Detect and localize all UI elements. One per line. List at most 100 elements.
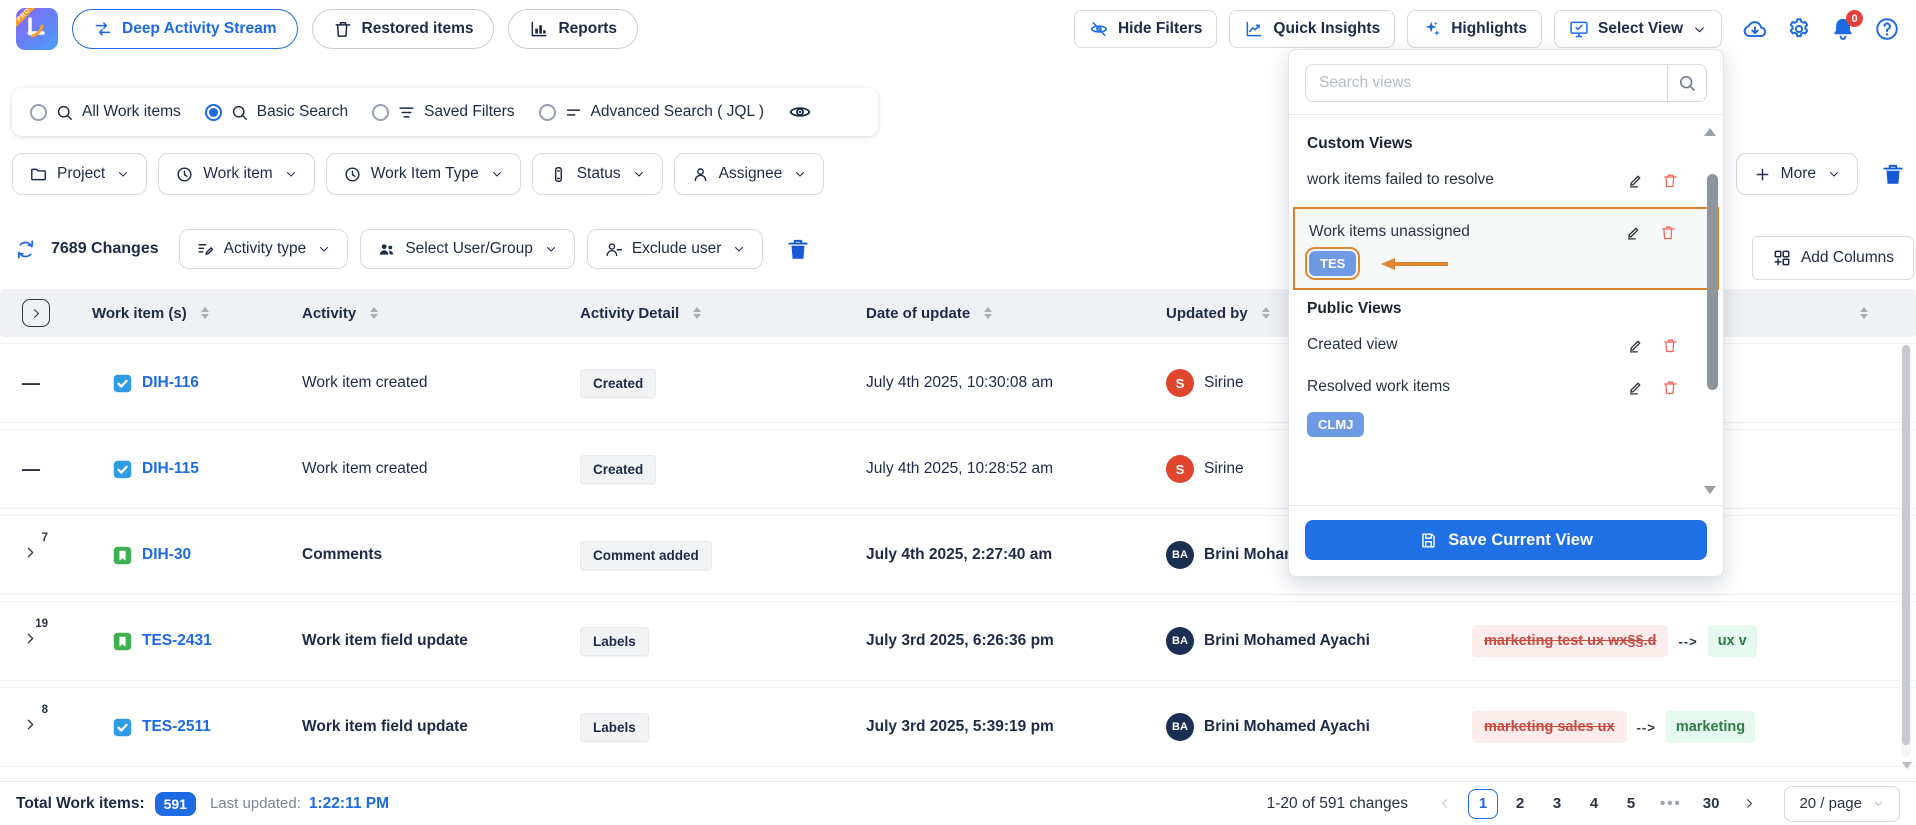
search-mode-saved-filters[interactable]: Saved Filters — [372, 103, 514, 122]
work-item-key[interactable]: TES-2431 — [142, 632, 212, 650]
view-search-input[interactable] — [1305, 64, 1667, 102]
more-filters-button[interactable]: More — [1736, 153, 1858, 195]
dropdown-activity-type[interactable]: Activity type — [179, 229, 349, 269]
expand-all-button[interactable] — [22, 299, 50, 327]
action-highlights[interactable]: Highlights — [1407, 10, 1542, 48]
delete-trash-icon[interactable] — [1660, 224, 1677, 241]
search-mode-basic-search[interactable]: Basic Search — [205, 103, 348, 122]
search-mode-all-work-items[interactable]: All Work items — [30, 103, 181, 122]
edit-pencil-icon[interactable] — [1625, 224, 1642, 241]
work-item[interactable]: TES-2511 — [92, 717, 302, 738]
search-mode-advanced-search-jql-[interactable]: Advanced Search ( JQL ) — [539, 103, 764, 122]
sort-arrows-icon[interactable] — [201, 307, 209, 319]
view-item-actions — [1627, 379, 1679, 396]
search-mode-label: All Work items — [82, 103, 181, 121]
help-icon[interactable] — [1874, 16, 1900, 42]
filter-status[interactable]: Status — [532, 153, 663, 195]
filter-project[interactable]: Project — [12, 153, 147, 195]
work-item[interactable]: DIH-30 — [92, 545, 302, 566]
edit-pencil-icon[interactable] — [1627, 172, 1644, 189]
view-search-button[interactable] — [1667, 64, 1707, 102]
work-item[interactable]: DIH-116 — [92, 373, 302, 394]
view-item-actions — [1627, 172, 1679, 189]
nav-button-group: Deep Activity Stream Restored items Report… — [72, 9, 638, 49]
cloud-download-icon[interactable] — [1742, 16, 1768, 42]
user-name: Sirine — [1204, 460, 1244, 478]
panel-scrollbar-thumb[interactable] — [1707, 174, 1718, 390]
action-hide-filters[interactable]: Hide Filters — [1074, 10, 1217, 48]
page-button-30[interactable]: 30 — [1696, 789, 1727, 819]
save-current-view-button[interactable]: Save Current View — [1305, 520, 1707, 560]
table-vertical-scrollbar[interactable] — [1901, 345, 1911, 757]
page-button-3[interactable]: 3 — [1542, 789, 1572, 819]
delete-trash-icon[interactable] — [1662, 172, 1679, 189]
sort-arrows-icon[interactable] — [1860, 307, 1868, 319]
expand-row-control[interactable]: 7 — [22, 544, 39, 561]
collapse-row-control[interactable]: — — [22, 459, 40, 479]
clear-activity-trash-icon[interactable] — [785, 236, 811, 262]
clear-filters-trash-icon[interactable] — [1880, 161, 1906, 187]
chevron-down-icon — [732, 242, 746, 256]
work-item-key[interactable]: TES-2511 — [142, 718, 211, 736]
work-item[interactable]: TES-2431 — [92, 631, 302, 652]
dropdown-exclude-user[interactable]: Exclude user — [587, 229, 764, 269]
delete-trash-icon[interactable] — [1662, 337, 1679, 354]
next-page-button[interactable] — [1734, 789, 1764, 819]
radio-button[interactable] — [30, 104, 47, 121]
edit-pencil-icon[interactable] — [1627, 337, 1644, 354]
page-button-1[interactable]: 1 — [1468, 789, 1498, 819]
page-button-2[interactable]: 2 — [1505, 789, 1535, 819]
refresh-icon[interactable] — [14, 238, 37, 261]
highlighted-view-item[interactable]: Work items unassignedTES — [1293, 207, 1719, 290]
nav-restored-items[interactable]: Restored items — [312, 9, 495, 49]
gear-icon[interactable] — [1786, 16, 1812, 42]
scrollbar-down-arrow[interactable] — [1902, 762, 1912, 769]
table-row: 19TES-2431Work item field updateLabelsJu… — [0, 602, 1916, 680]
row-expander-cell: 8 — [0, 716, 92, 738]
filter-work-item-type[interactable]: Work Item Type — [326, 153, 521, 195]
sort-arrows-icon[interactable] — [370, 307, 378, 319]
action-quick-insights[interactable]: Quick Insights — [1229, 10, 1395, 48]
work-item-key[interactable]: DIH-30 — [142, 546, 191, 564]
dropdown-label: Exclude user — [632, 240, 722, 258]
expand-row-control[interactable]: 8 — [22, 716, 39, 733]
nav-deep-activity-stream[interactable]: Deep Activity Stream — [72, 9, 298, 49]
view-item[interactable]: Resolved work items — [1307, 366, 1705, 408]
edit-pencil-icon[interactable] — [1627, 379, 1644, 396]
radio-button[interactable] — [539, 104, 556, 121]
collapse-row-control[interactable]: — — [22, 373, 40, 393]
change-arrow: --> — [1678, 634, 1697, 649]
eye-icon[interactable] — [788, 100, 812, 124]
search-mode-card: All Work items Basic Search Saved Filters A… — [12, 88, 878, 136]
radio-button[interactable] — [372, 104, 389, 121]
sort-arrows-icon[interactable] — [984, 307, 992, 319]
activity-text: Work item created — [302, 460, 427, 477]
expand-row-control[interactable]: 19 — [22, 630, 39, 647]
nav-reports[interactable]: Reports — [508, 9, 638, 49]
page-button-5[interactable]: 5 — [1616, 789, 1646, 819]
view-item[interactable]: Work items unassigned — [1309, 215, 1703, 247]
action-select-view[interactable]: Select View — [1554, 10, 1722, 48]
scrollbar-thumb[interactable] — [1902, 345, 1910, 745]
dropdown-select-user-group[interactable]: Select User/Group — [360, 229, 575, 269]
panel-scroll-down-arrow[interactable] — [1704, 486, 1716, 494]
work-item[interactable]: DIH-115 — [92, 459, 302, 480]
filter-work-item[interactable]: Work item — [158, 153, 314, 195]
add-columns-button[interactable]: Add Columns — [1752, 236, 1914, 280]
activity-detail-cell: Labels — [580, 627, 866, 656]
bell-icon[interactable]: 0 — [1830, 16, 1856, 42]
page-button-4[interactable]: 4 — [1579, 789, 1609, 819]
work-item-key[interactable]: DIH-116 — [142, 374, 199, 392]
sort-arrows-icon[interactable] — [693, 307, 701, 319]
filter-assignee[interactable]: Assignee — [674, 153, 825, 195]
prev-page-button[interactable] — [1430, 789, 1460, 819]
page-size-select[interactable]: 20 / page — [1784, 786, 1900, 822]
delete-trash-icon[interactable] — [1662, 379, 1679, 396]
radio-button[interactable] — [205, 104, 222, 121]
date-text: July 3rd 2025, 5:39:19 pm — [866, 718, 1054, 735]
view-item[interactable]: work items failed to resolve — [1307, 159, 1705, 201]
panel-scroll-up-arrow[interactable] — [1704, 128, 1716, 136]
view-item[interactable]: Created view — [1307, 324, 1705, 366]
sort-arrows-icon[interactable] — [1262, 307, 1270, 319]
work-item-key[interactable]: DIH-115 — [142, 460, 199, 478]
